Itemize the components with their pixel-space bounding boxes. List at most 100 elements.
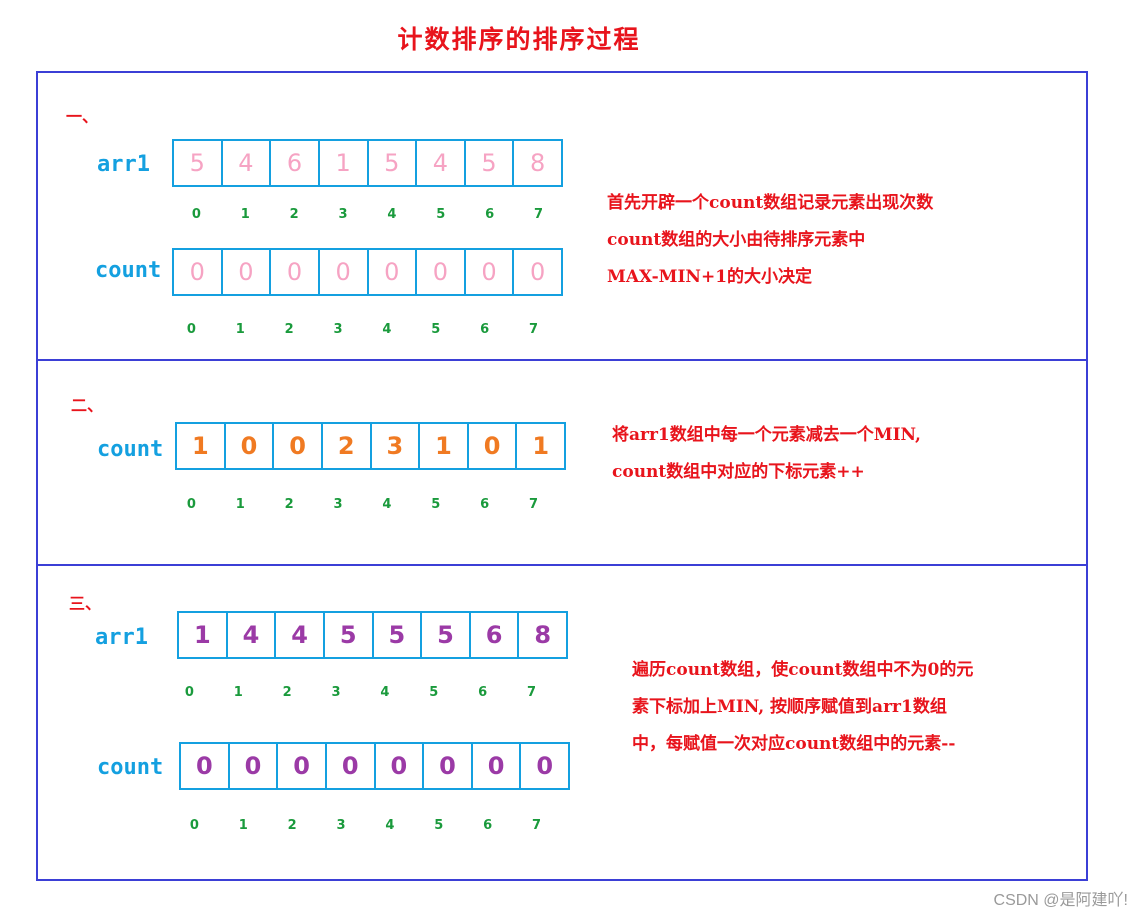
array-cell: 0 [181,744,230,788]
note-line: count数组中对应的下标元素++ [612,462,865,482]
index-label: 2 [284,322,294,337]
count-array: 00000000 [179,742,570,790]
index-label: 0 [191,207,201,222]
array-cell: 1 [320,141,369,185]
index-label: 6 [483,818,493,833]
index-label: 7 [529,497,539,512]
index-label: 3 [333,497,343,512]
note-line: count数组的大小由待排序元素中 [607,230,866,250]
array-cell: 0 [174,250,223,294]
array-cell: 1 [532,432,550,460]
array-cell: 1 [179,613,228,657]
diagram-title: 计数排序的排序过程 [397,25,641,54]
count-indices: 0 1 2 3 4 5 6 7 [167,497,558,512]
array-cell: 1 [420,424,469,468]
index-label: 7 [534,207,544,222]
step-3-note: 遍历count数组，使count数组中不为0的元 素下标加上MIN, 按顺序赋值到… [632,652,973,763]
count-indices: 0 1 2 3 4 5 6 7 [167,322,558,337]
index-label: 2 [287,818,297,833]
step-1-note: 首先开辟一个count数组记录元素出现次数 count数组的大小由待排序元素中 MA… [607,185,933,296]
index-label: 4 [380,685,390,700]
array-cell: 0 [369,250,418,294]
array-cell: 0 [473,744,522,788]
index-label: 0 [189,818,199,833]
array-cell: 8 [534,621,552,649]
note-line: MAX-MIN+1的大小决定 [607,267,813,287]
array-cell: 4 [228,613,277,657]
arr1-indices: 0 1 2 3 4 5 6 7 [165,685,556,700]
array-cell: 0 [417,250,466,294]
index-label: 6 [478,685,488,700]
array-cell: 4 [223,141,272,185]
note-line: 遍历count数组，使count数组中不为0的元 [632,660,974,680]
index-label: 7 [532,818,542,833]
note-line: 中，每赋值一次对应count数组中的元素-- [632,734,956,754]
note-line: 素下标加上MIN, 按顺序赋值到arr1数组 [632,697,947,717]
index-label: 3 [336,818,346,833]
array-cell: 0 [424,744,473,788]
count-array: 10023101 [175,422,566,470]
index-label: 3 [331,685,341,700]
index-label: 1 [238,818,248,833]
index-label: 5 [431,322,441,337]
arr1-indices: 0 1 2 3 4 5 6 7 [172,207,563,222]
array-cell: 0 [536,752,554,780]
count-label: count [97,437,164,462]
index-label: 5 [429,685,439,700]
index-label: 7 [527,685,537,700]
array-cell: 0 [278,744,327,788]
array-cell: 0 [530,258,546,286]
index-label: 3 [333,322,343,337]
array-cell: 5 [174,141,223,185]
index-label: 6 [480,322,490,337]
index-label: 0 [186,497,196,512]
array-cell: 6 [471,613,520,657]
index-label: 0 [186,322,196,337]
arr1-label: arr1 [95,625,148,650]
index-label: 4 [385,818,395,833]
index-label: 1 [240,207,250,222]
array-cell: 0 [223,250,272,294]
arr1-array: 14455568 [177,611,568,659]
array-cell: 4 [417,141,466,185]
array-cell: 1 [177,424,226,468]
index-label: 5 [434,818,444,833]
index-label: 1 [233,685,243,700]
index-label: 6 [480,497,490,512]
array-cell: 5 [325,613,374,657]
watermark: CSDN @是阿建吖! [993,892,1128,909]
section-divider [36,564,1088,566]
array-cell: 0 [327,744,376,788]
index-label: 2 [284,497,294,512]
array-cell: 5 [422,613,471,657]
index-label: 7 [529,322,539,337]
note-line: 将arr1数组中每一个元素减去一个MIN, [612,425,921,445]
array-cell: 3 [372,424,421,468]
array-cell: 4 [276,613,325,657]
array-cell: 0 [226,424,275,468]
arr1-label: arr1 [97,152,150,177]
index-label: 4 [382,497,392,512]
step-1-label: 一、 [66,107,99,126]
section-divider [36,359,1088,361]
array-cell: 6 [271,141,320,185]
note-line: 首先开辟一个count数组记录元素出现次数 [607,193,934,213]
index-label: 5 [431,497,441,512]
arr1-array: 54615458 [172,139,563,187]
index-label: 5 [436,207,446,222]
index-label: 0 [184,685,194,700]
array-cell: 2 [323,424,372,468]
array-cell: 0 [271,250,320,294]
index-label: 4 [382,322,392,337]
count-array: 00000000 [172,248,563,296]
index-label: 2 [282,685,292,700]
array-cell: 0 [469,424,518,468]
step-3-label: 三、 [69,594,102,613]
array-cell: 5 [369,141,418,185]
index-label: 1 [235,322,245,337]
step-2-note: 将arr1数组中每一个元素减去一个MIN, count数组中对应的下标元素++ [612,417,921,491]
index-label: 3 [338,207,348,222]
index-label: 4 [387,207,397,222]
count-indices: 0 1 2 3 4 5 6 7 [170,818,561,833]
count-label: count [97,755,164,780]
